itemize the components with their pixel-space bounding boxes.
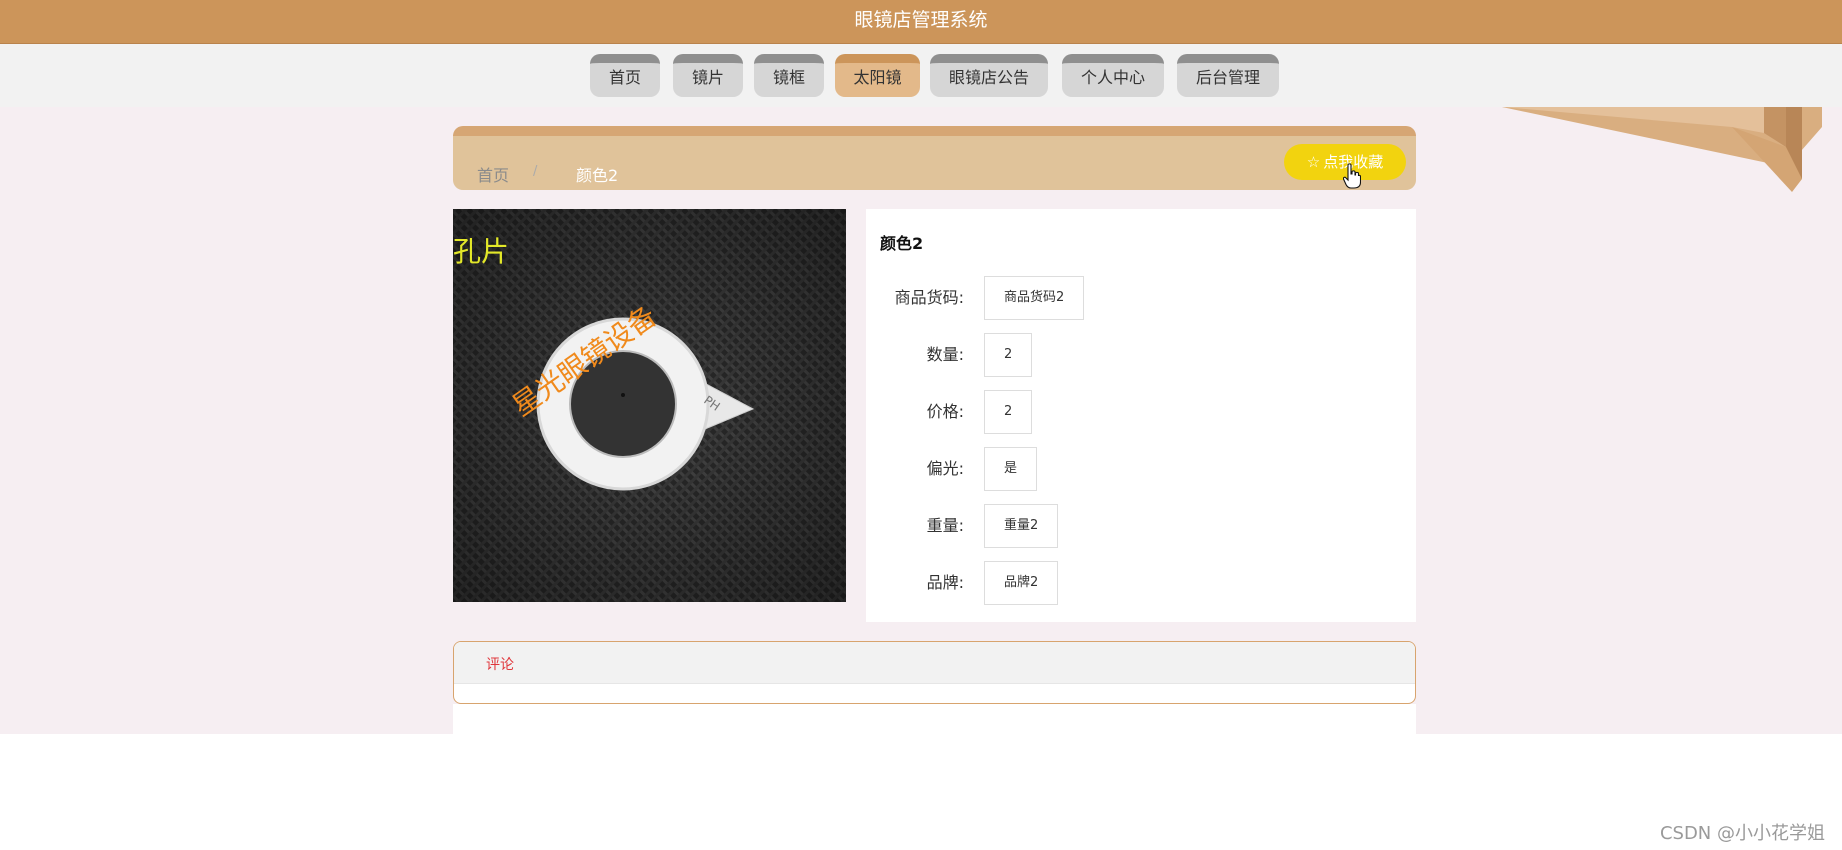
field-row-sku: 商品货码: 商品货码2 — [866, 276, 1416, 320]
field-label: 价格: — [926, 402, 964, 421]
field-row-polarized: 偏光: 是 — [866, 447, 1416, 491]
image-text-top: 孔片 — [453, 235, 509, 268]
field-label: 偏光: — [926, 459, 964, 478]
nav-item-lens[interactable]: 镜片 — [673, 54, 743, 97]
nav-item-admin[interactable]: 后台管理 — [1177, 54, 1279, 97]
breadcrumb-home[interactable]: 首页 — [477, 162, 509, 186]
field-value: 2 — [984, 333, 1033, 377]
field-value: 品牌2 — [984, 561, 1059, 605]
product-info: 颜色2 商品货码: 商品货码2 数量: 2 价格: 2 偏光: 是 重量: 重量… — [866, 209, 1416, 622]
field-row-price: 价格: 2 — [866, 390, 1416, 434]
csdn-watermark: CSDN @小小花学姐 — [1659, 823, 1825, 844]
star-outline-icon: ☆ — [1306, 153, 1321, 171]
tab-comments[interactable]: 评论 — [486, 654, 514, 674]
field-value: 重量2 — [984, 504, 1059, 548]
hand-cursor-icon — [1343, 163, 1361, 189]
breadcrumb-current: 颜色2 — [576, 166, 619, 185]
field-label: 数量: — [926, 345, 964, 364]
nav-item-home[interactable]: 首页 — [590, 54, 660, 97]
app-title-bar: 眼镜店管理系统 — [0, 0, 1842, 44]
field-row-quantity: 数量: 2 — [866, 333, 1416, 377]
product-title: 颜色2 — [880, 234, 924, 253]
field-value: 2 — [984, 390, 1033, 434]
field-label: 商品货码: — [894, 288, 964, 307]
field-label: 品牌: — [926, 573, 964, 592]
field-row-weight: 重量: 重量2 — [866, 504, 1416, 548]
field-label: 重量: — [926, 516, 964, 535]
breadcrumb: 首页 / 颜色2 ☆ 点我收藏 — [453, 126, 1416, 190]
comment-tab-bar: 评论 — [454, 642, 1415, 684]
nav-item-frame[interactable]: 镜框 — [754, 54, 824, 97]
breadcrumb-separator: / — [533, 164, 538, 179]
nav-item-announcements[interactable]: 眼镜店公告 — [930, 54, 1048, 97]
comment-body — [453, 704, 1416, 734]
field-value: 是 — [984, 447, 1038, 491]
main-nav: 首页 镜片 镜框 太阳镜 眼镜店公告 个人中心 后台管理 — [0, 44, 1842, 107]
product-image: 孔片 星光眼镜设备 PH — [453, 209, 846, 602]
field-row-brand: 品牌: 品牌2 — [866, 561, 1416, 605]
decorative-frame-corner — [1502, 107, 1822, 192]
app-title: 眼镜店管理系统 — [854, 9, 988, 31]
nav-item-profile[interactable]: 个人中心 — [1062, 54, 1164, 97]
nav-item-sunglasses[interactable]: 太阳镜 — [835, 54, 920, 97]
field-value: 商品货码2 — [984, 276, 1085, 320]
comment-section: 评论 — [453, 641, 1416, 704]
